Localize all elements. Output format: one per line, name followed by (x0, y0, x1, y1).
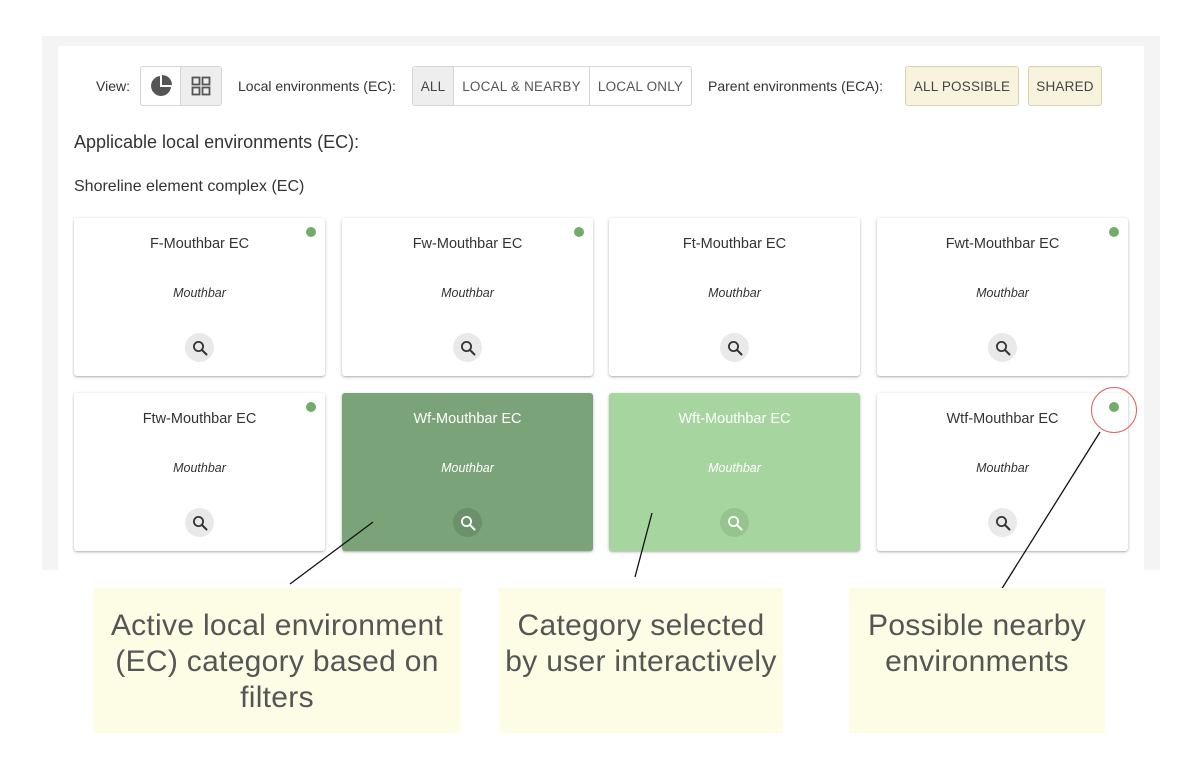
card-subtitle: Mouthbar (441, 286, 494, 300)
local-env-local-only-button[interactable]: LOCAL ONLY (590, 67, 691, 105)
card-details-button[interactable] (988, 333, 1017, 362)
highlight-circle (1091, 387, 1137, 433)
nearby-indicator-dot (306, 227, 316, 237)
grid-icon (191, 76, 211, 96)
card-details-button[interactable] (185, 508, 214, 537)
local-env-local-nearby-button[interactable]: LOCAL & NEARBY (454, 67, 590, 105)
nearby-indicator-dot (306, 402, 316, 412)
environment-card[interactable]: Wtf-Mouthbar EC Mouthbar (877, 393, 1128, 551)
parent-env-all-possible-button[interactable]: ALL POSSIBLE (905, 66, 1019, 106)
magnifier-icon (995, 340, 1010, 355)
local-env-label: Local environments (EC): (238, 78, 396, 94)
local-env-all-button[interactable]: ALL (413, 67, 454, 105)
main-container: View: Local environments (EC): ALL LOCAL… (42, 36, 1160, 570)
magnifier-icon (727, 515, 742, 530)
card-details-button[interactable] (720, 508, 749, 537)
parent-env-shared-button[interactable]: SHARED (1028, 66, 1102, 106)
local-env-filter-group: ALL LOCAL & NEARBY LOCAL ONLY (412, 66, 692, 106)
card-details-button[interactable] (453, 333, 482, 362)
card-title: Fw-Mouthbar EC (412, 236, 523, 252)
card-title: Fwt-Mouthbar EC (945, 236, 1060, 252)
nearby-indicator-dot (1109, 227, 1119, 237)
card-subtitle: Mouthbar (976, 461, 1029, 475)
card-subtitle: Mouthbar (173, 286, 226, 300)
environment-card[interactable]: F-Mouthbar EC Mouthbar (74, 218, 325, 376)
filter-toolbar: View: Local environments (EC): ALL LOCAL… (58, 66, 1144, 106)
view-label: View: (96, 78, 130, 94)
callout-active: Active local environment (EC) category b… (93, 588, 461, 733)
card-title: Ftw-Mouthbar EC (142, 411, 257, 427)
section-heading: Applicable local environments (EC): (74, 132, 360, 152)
card-subtitle: Mouthbar (708, 286, 761, 300)
callout-selected: Category selected by user interactively (499, 588, 783, 733)
card-subtitle: Mouthbar (441, 461, 494, 475)
card-subtitle: Mouthbar (976, 286, 1029, 300)
magnifier-icon (460, 340, 475, 355)
environment-card[interactable]: Wf-Mouthbar EC Mouthbar (342, 393, 593, 551)
magnifier-icon (192, 515, 207, 530)
pie-view-button[interactable] (141, 67, 181, 105)
magnifier-icon (995, 515, 1010, 530)
pie-chart-icon (150, 75, 172, 96)
environment-card[interactable]: Fw-Mouthbar EC Mouthbar (342, 218, 593, 376)
card-details-button[interactable] (185, 333, 214, 362)
grid-view-button[interactable] (181, 67, 221, 105)
view-toggle-group (140, 66, 222, 106)
card-details-button[interactable] (453, 508, 482, 537)
environment-card[interactable]: Fwt-Mouthbar EC Mouthbar (877, 218, 1128, 376)
card-subtitle: Mouthbar (173, 461, 226, 475)
environment-card[interactable]: Wft-Mouthbar EC Mouthbar (609, 393, 860, 551)
nearby-indicator-dot (574, 227, 584, 237)
magnifier-icon (192, 340, 207, 355)
card-subtitle: Mouthbar (708, 461, 761, 475)
card-title: F-Mouthbar EC (149, 236, 250, 252)
card-title: Wf-Mouthbar EC (413, 411, 522, 427)
magnifier-icon (727, 340, 742, 355)
card-details-button[interactable] (720, 333, 749, 362)
parent-env-label: Parent environments (ECA): (708, 78, 884, 94)
group-title: Shoreline element complex (EC) (74, 178, 305, 195)
card-title: Wft-Mouthbar EC (678, 411, 791, 427)
card-title: Ft-Mouthbar EC (682, 236, 787, 252)
card-details-button[interactable] (988, 508, 1017, 537)
environment-card[interactable]: Ft-Mouthbar EC Mouthbar (609, 218, 860, 376)
content-panel: View: Local environments (EC): ALL LOCAL… (58, 46, 1144, 570)
callout-nearby: Possible nearby environments (849, 588, 1105, 733)
environment-card[interactable]: Ftw-Mouthbar EC Mouthbar (74, 393, 325, 551)
magnifier-icon (460, 515, 475, 530)
